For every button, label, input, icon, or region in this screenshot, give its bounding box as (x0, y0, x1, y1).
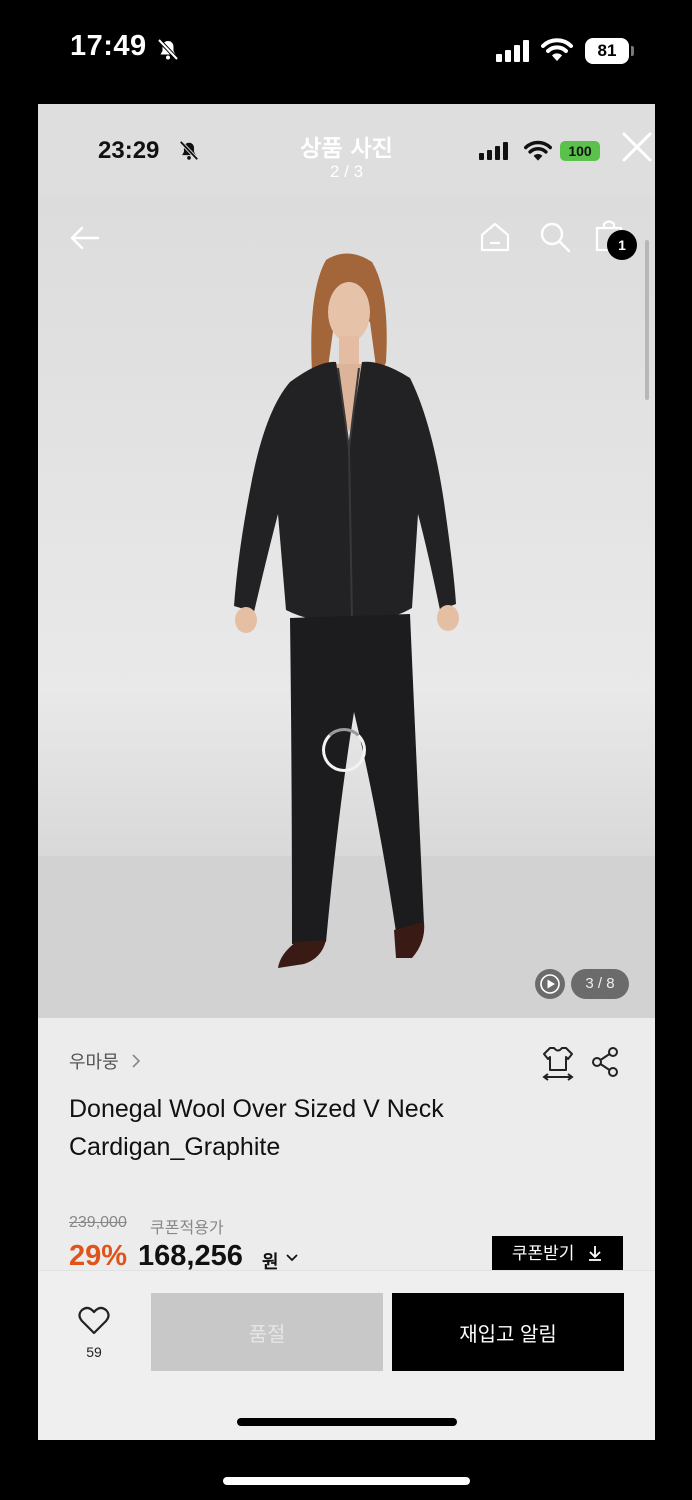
product-photo[interactable]: 1 3 / 8 (38, 196, 655, 1018)
home-indicator (223, 1477, 470, 1485)
like-count: 59 (86, 1344, 102, 1360)
brand-link[interactable]: 우마뭉 (69, 1048, 119, 1074)
battery-tip (631, 46, 634, 56)
loading-spinner (322, 728, 366, 772)
soldout-button[interactable]: 품절 (151, 1293, 383, 1371)
viewer-header: 23:29 상품 사진 2 / 3 100 (38, 104, 655, 196)
battery-indicator: 100 (560, 141, 600, 161)
restock-alert-button[interactable]: 재입고 알림 (392, 1293, 624, 1371)
cart-count-badge: 1 (607, 230, 637, 260)
close-icon[interactable] (620, 130, 654, 164)
page-scrollbar[interactable] (645, 240, 649, 400)
chevron-right-icon (132, 1054, 141, 1068)
home-icon[interactable] (478, 220, 512, 254)
heart-icon[interactable] (78, 1306, 110, 1336)
viewer-page-counter: 2 / 3 (329, 162, 364, 181)
gallery-counter: 3 / 8 (571, 969, 629, 999)
search-icon[interactable] (538, 220, 572, 254)
inner-home-indicator (237, 1418, 457, 1426)
cellular-signal-icon (479, 142, 508, 160)
coupon-price-label: 쿠폰적용가 (150, 1218, 224, 1237)
play-icon (540, 974, 560, 994)
original-price: 239,000 (69, 1214, 127, 1231)
device-clock: 17:49 (70, 30, 147, 62)
chevron-down-icon[interactable] (285, 1252, 299, 1264)
sale-price: 168,256 (138, 1240, 243, 1272)
get-coupon-button[interactable]: 쿠폰받기 (492, 1236, 623, 1272)
get-coupon-label: 쿠폰받기 (511, 1244, 575, 1263)
size-guide-icon[interactable] (540, 1044, 576, 1082)
play-button[interactable] (535, 969, 565, 999)
wifi-icon (524, 140, 552, 161)
bell-slash-icon (157, 38, 179, 61)
wifi-icon (541, 38, 573, 61)
download-icon (589, 1246, 602, 1261)
product-name: Donegal Wool Over Sized V Neck Cardigan_… (69, 1095, 444, 1161)
cellular-signal-icon (496, 40, 529, 62)
discount-rate: 29% (69, 1240, 128, 1272)
back-arrow-icon[interactable] (68, 222, 100, 254)
battery-indicator: 81 (585, 38, 629, 64)
share-icon[interactable] (590, 1046, 620, 1078)
model-figure (234, 253, 459, 968)
photo-viewer-frame: 23:29 상품 사진 2 / 3 100 1 3 / 8 우마뭉 Donega… (38, 104, 655, 1440)
purchase-bar: 59 품절 재입고 알림 (38, 1270, 655, 1440)
